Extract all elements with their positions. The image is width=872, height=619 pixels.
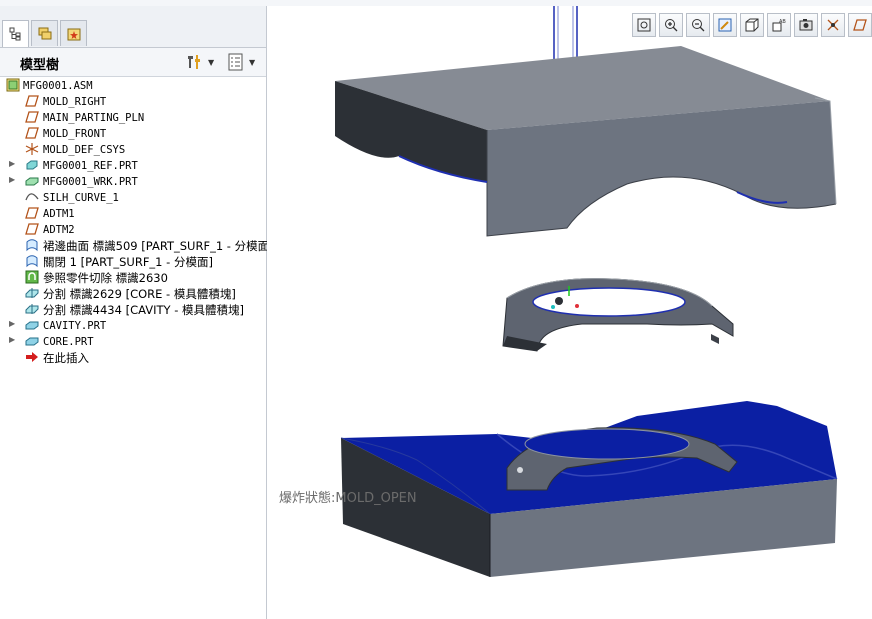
- show-dropdown-button[interactable]: ▼: [228, 53, 255, 71]
- layers-tab-icon: [38, 27, 51, 39]
- tree-item[interactable]: MOLD_FRONT: [0, 126, 264, 142]
- tree-item[interactable]: 分割 標識2629 [CORE - 模具體積塊]: [0, 286, 264, 302]
- expand-arrow-icon[interactable]: ▶: [9, 335, 15, 344]
- tree-item[interactable]: 關閉 1 [PART_SURF_1 - 分模面]: [0, 254, 264, 270]
- tree-item[interactable]: ▶ CORE.PRT: [0, 334, 264, 350]
- datum-display-icon: [827, 19, 839, 31]
- curve-icon: [25, 193, 39, 201]
- tree-item[interactable]: 參照零件切除 標識2630: [0, 270, 264, 286]
- reference-part[interactable]: [502, 278, 734, 352]
- datum-plane-icon: [25, 95, 39, 107]
- refit-button[interactable]: [632, 13, 656, 37]
- datum-display-button[interactable]: [821, 13, 845, 37]
- view-manager-icon: [799, 19, 813, 31]
- surface-icon: [26, 255, 38, 268]
- tree-item-label: CAVITY.PRT: [43, 320, 107, 332]
- workpiece-icon: [25, 177, 39, 186]
- tree-item-label: MFG0001.ASM: [23, 80, 93, 92]
- tree-item-label: 裙邊曲面 標識509 [PART_SURF_1 - 分模面]: [43, 239, 274, 253]
- tree-item-label: 分割 標識4434 [CAVITY - 模具體積塊]: [43, 303, 244, 317]
- svg-text:AB: AB: [779, 19, 786, 25]
- expand-arrow-icon[interactable]: ▶: [9, 175, 15, 184]
- tab-layers[interactable]: [31, 20, 58, 46]
- view-manager-button[interactable]: [794, 13, 818, 37]
- tools-icon: [188, 55, 200, 69]
- expand-arrow-icon[interactable]: ▶: [9, 159, 15, 168]
- csys-icon: [25, 143, 39, 155]
- tree-item-label: MOLD_RIGHT: [43, 96, 107, 108]
- tree-item-label: SILH_CURVE_1: [43, 192, 119, 204]
- tree-item[interactable]: ADTM1: [0, 206, 264, 222]
- datum-plane-icon: [25, 223, 39, 235]
- tree-item-label: MFG0001_REF.PRT: [43, 160, 138, 172]
- refit-icon: [637, 18, 651, 32]
- insert-here-arrow-icon: [26, 352, 38, 362]
- tree-item[interactable]: ▶ MFG0001_WRK.PRT: [0, 174, 264, 190]
- chevron-down-icon: ▼: [249, 57, 256, 67]
- tree-item[interactable]: ADTM2: [0, 222, 264, 238]
- panel-title: 模型樹: [20, 58, 60, 73]
- tree-item-label: CORE.PRT: [43, 336, 94, 348]
- display-style-button[interactable]: [740, 13, 764, 37]
- tree-item-label: ADTM1: [43, 208, 75, 220]
- cavity-block[interactable]: [335, 46, 837, 237]
- tree-item-label: MOLD_DEF_CSYS: [43, 144, 126, 156]
- display-style-icon: [745, 18, 759, 32]
- tree-item-label: 關閉 1 [PART_SURF_1 - 分模面]: [43, 255, 213, 269]
- mold-part-icon: [25, 337, 39, 346]
- tree-item-label: 分割 標識2629 [CORE - 模具體積塊]: [43, 287, 236, 301]
- spin-center-button[interactable]: [848, 13, 872, 37]
- tree-item[interactable]: ▶ MFG0001_REF.PRT: [0, 158, 264, 174]
- saved-views-icon: AB: [772, 19, 786, 32]
- chevron-down-icon: ▼: [208, 57, 215, 67]
- model-tree-tab-icon: [9, 27, 20, 41]
- repaint-button[interactable]: [713, 13, 737, 37]
- tree-item-label: ADTM2: [43, 224, 75, 236]
- zoom-out-button[interactable]: [686, 13, 710, 37]
- model-tree-panel: 模型樹 ▼ ▼ MFG0001.ASM MOLD_RIGHT MAIN_PART…: [0, 6, 274, 619]
- tab-favorites[interactable]: [60, 20, 87, 46]
- panel-tabs: [0, 6, 266, 48]
- tree-item[interactable]: MOLD_DEF_CSYS: [0, 142, 264, 158]
- expand-arrow-icon[interactable]: ▶: [9, 319, 15, 328]
- split-icon: [25, 288, 39, 298]
- explode-state-label: 爆炸狀態:MOLD_OPEN: [279, 491, 417, 506]
- tree-item[interactable]: MOLD_RIGHT: [0, 94, 264, 110]
- ref-part-icon: [26, 160, 38, 170]
- tree-item-root[interactable]: MFG0001.ASM: [0, 78, 264, 94]
- repaint-icon: [718, 18, 732, 32]
- panel-header: 模型樹 ▼ ▼: [0, 48, 266, 77]
- datum-plane-icon: [25, 207, 39, 219]
- mold-3d-scene[interactable]: [267, 6, 872, 619]
- split-icon: [25, 304, 39, 314]
- assembly-icon: [6, 78, 20, 92]
- zoom-out-icon: [692, 19, 705, 32]
- tree-item-label: 在此插入: [43, 351, 89, 365]
- cutout-icon: [25, 270, 39, 284]
- tree-item[interactable]: 分割 標識4434 [CAVITY - 模具體積塊]: [0, 302, 264, 318]
- tree-item-label: MFG0001_WRK.PRT: [43, 176, 138, 188]
- settings-dropdown-button[interactable]: ▼: [185, 53, 214, 71]
- tree-item-label: 參照零件切除 標識2630: [43, 271, 168, 285]
- tree-item-label: MAIN_PARTING_PLN: [43, 112, 145, 124]
- saved-views-button[interactable]: AB: [767, 13, 791, 37]
- tree-item[interactable]: SILH_CURVE_1: [0, 190, 264, 206]
- mold-part-icon: [25, 321, 39, 330]
- graphics-viewport[interactable]: AB 爆炸狀態:MOLD_OPEN: [267, 6, 872, 619]
- tab-model-tree[interactable]: [2, 20, 29, 47]
- datum-plane-icon: [25, 127, 39, 139]
- tree-item-label: MOLD_FRONT: [43, 128, 107, 140]
- zoom-in-icon: [665, 19, 678, 32]
- view-toolbar: AB: [629, 13, 872, 39]
- spin-center-icon: [853, 19, 867, 31]
- tree-item[interactable]: ▶ CAVITY.PRT: [0, 318, 264, 334]
- favorites-tab-icon: [67, 28, 80, 40]
- tree-item-insert-here[interactable]: 在此插入: [0, 350, 264, 366]
- tree-item[interactable]: 裙邊曲面 標識509 [PART_SURF_1 - 分模面]: [0, 238, 274, 254]
- list-icon: [228, 53, 243, 71]
- surface-icon: [26, 239, 38, 252]
- datum-plane-icon: [25, 111, 39, 123]
- zoom-in-button[interactable]: [659, 13, 683, 37]
- tree-item[interactable]: MAIN_PARTING_PLN: [0, 110, 264, 126]
